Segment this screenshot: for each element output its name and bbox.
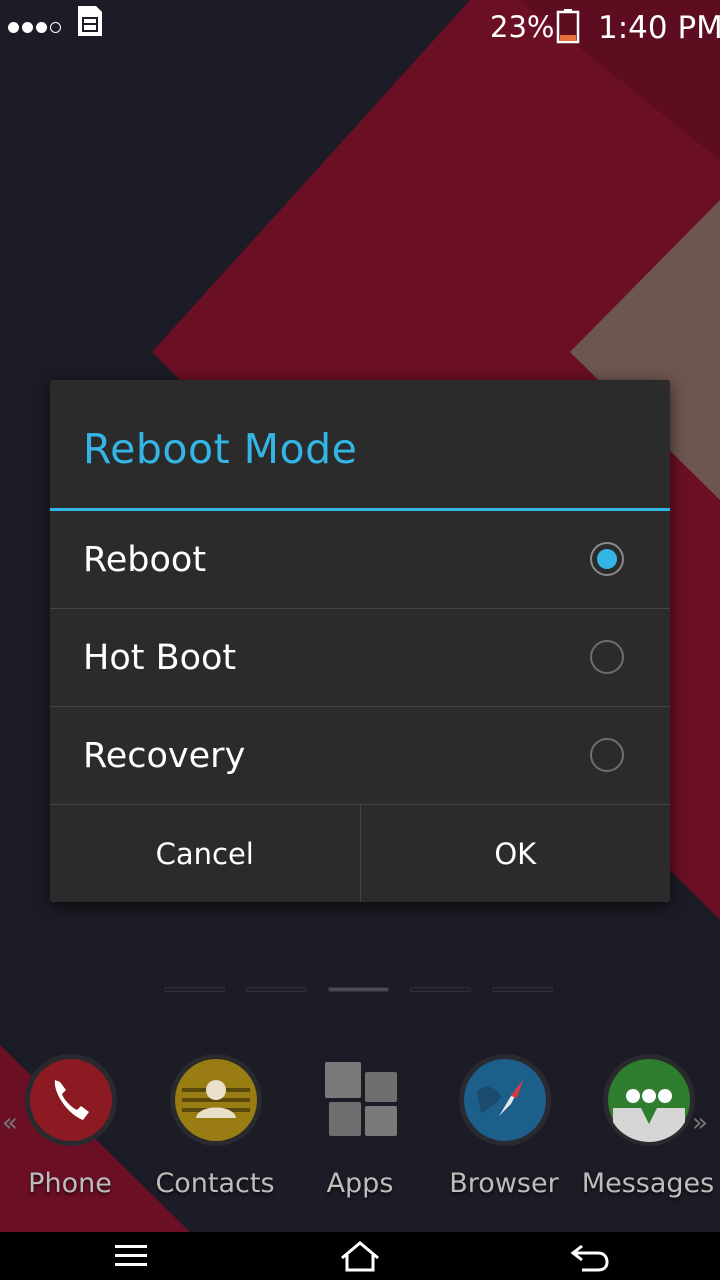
navigation-bar [0, 1232, 720, 1280]
dock-contacts[interactable]: Contacts [145, 1052, 285, 1212]
option-label: Recovery [83, 735, 246, 776]
option-reboot[interactable]: Reboot [50, 511, 670, 609]
dock-messages[interactable]: Messages [578, 1052, 718, 1212]
ok-button[interactable]: OK [359, 805, 671, 902]
battery-percent: 23% [490, 10, 555, 44]
signal-strength-icon [8, 22, 61, 33]
apps-grid-icon [325, 1062, 397, 1136]
cancel-button[interactable]: Cancel [50, 805, 360, 902]
radio-button[interactable] [590, 640, 624, 674]
radio-button[interactable] [590, 738, 624, 772]
page-dot [328, 987, 389, 992]
sim-card-icon [78, 6, 102, 36]
dock-label: Contacts [155, 1168, 275, 1199]
dialog-title: Reboot Mode [83, 425, 358, 473]
dock-phone[interactable]: Phone [0, 1052, 140, 1212]
phone-icon [25, 1054, 117, 1146]
option-hot-boot[interactable]: Hot Boot [50, 609, 670, 707]
battery-icon [556, 9, 580, 44]
option-recovery[interactable]: Recovery [50, 707, 670, 805]
page-dot [164, 987, 225, 992]
page-dot [410, 987, 471, 992]
browser-compass-icon [459, 1054, 551, 1146]
messages-icon [603, 1054, 695, 1146]
page-dot [246, 987, 307, 992]
dock-label: Apps [326, 1168, 394, 1199]
dock-label: Messages [581, 1168, 715, 1199]
dock-label: Browser [449, 1168, 559, 1199]
dialog-buttons: Cancel OK [50, 805, 670, 902]
menu-icon[interactable] [100, 1238, 160, 1274]
status-bar: 23% 1:40 PM [0, 0, 720, 56]
clock: 1:40 PM [598, 10, 720, 46]
reboot-mode-dialog: Reboot Mode Reboot Hot Boot Recovery Can… [50, 380, 670, 902]
dock-label: Phone [28, 1168, 112, 1199]
contacts-icon [170, 1054, 262, 1146]
dock-apps[interactable]: Apps [290, 1052, 430, 1212]
home-icon[interactable] [330, 1238, 390, 1274]
page-dot [492, 987, 553, 992]
dock-browser[interactable]: Browser [434, 1052, 574, 1212]
option-label: Reboot [83, 539, 207, 580]
option-label: Hot Boot [83, 637, 237, 678]
back-icon[interactable] [560, 1238, 620, 1274]
radio-button[interactable] [590, 542, 624, 576]
page-indicator [164, 987, 553, 992]
